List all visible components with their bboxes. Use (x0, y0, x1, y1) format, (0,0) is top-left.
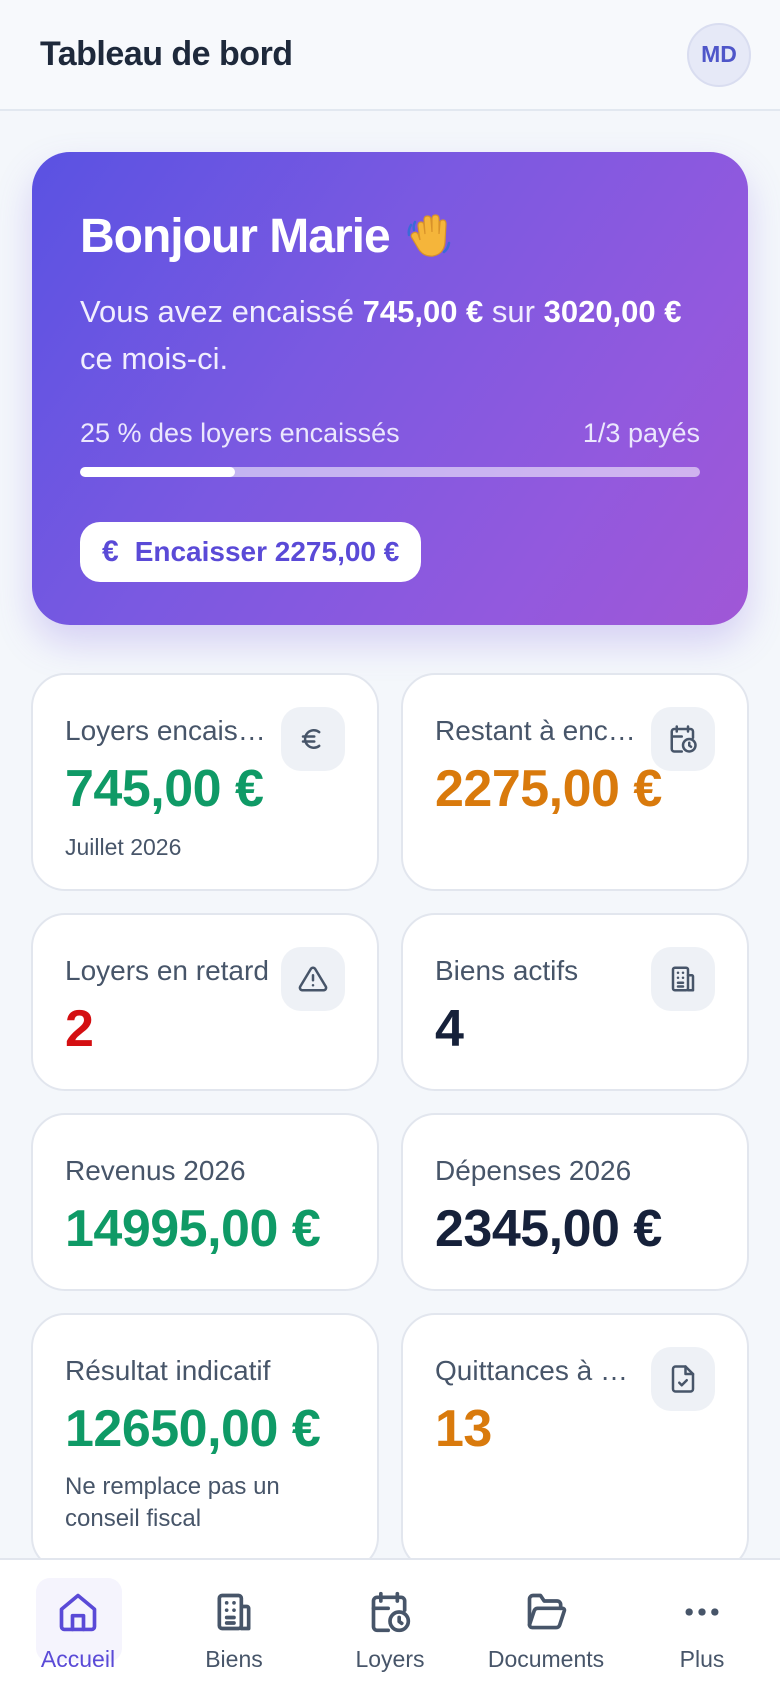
active-properties-card[interactable]: Biens actifs 4 (401, 913, 749, 1091)
paid-count: 1/3 payés (582, 418, 700, 448)
nav-home-label: Accueil (40, 1646, 116, 1672)
progress-label: 25 % des loyers encaissés (80, 418, 400, 448)
nav-home[interactable]: Accueil (0, 1560, 156, 1688)
monthly-summary: Vous avez encaissé 745,00 € sur 3020,00 … (80, 294, 682, 376)
euro-icon: € (102, 535, 119, 568)
collect-button-label: Encaisser 2275,00 € (134, 536, 400, 567)
waving-hand-icon (404, 210, 456, 262)
card-value: 14995,00 € (65, 1200, 321, 1258)
nav-rents-label: Loyers (355, 1646, 425, 1672)
user-avatar[interactable]: MD (687, 22, 751, 87)
remaining-rents-card[interactable]: Restant à encaisser 2275,00 € (401, 673, 749, 891)
late-rents-card[interactable]: Loyers en retard 2 (31, 913, 379, 1091)
progress-labels: 25 % des loyers encaissés 1/3 payés (80, 418, 700, 449)
nav-properties-label: Biens (205, 1646, 263, 1672)
expected-amount: 3020,00 € (543, 294, 682, 329)
card-label: Restant à encaisser (435, 715, 643, 746)
file-check-icon (651, 1347, 715, 1411)
warning-icon (281, 947, 345, 1011)
app-root: Tableau de bord MD Bonjour Marie Vous av… (0, 0, 780, 1688)
home-icon (59, 1593, 97, 1632)
calendar-clock-icon (651, 707, 715, 771)
card-disclaimer: Ne remplace pas un conseil fiscal (65, 1473, 280, 1532)
page-title: Tableau de bord (40, 35, 293, 73)
card-label: Dépenses 2026 (435, 1155, 632, 1186)
bottom-navigation: Accueil Biens Loyers Documents Plus (0, 1558, 780, 1688)
nav-more-label: Plus (679, 1646, 725, 1672)
building-icon (651, 947, 715, 1011)
card-value: 2345,00 € (435, 1200, 662, 1258)
folder-open-icon (527, 1593, 567, 1630)
building-icon (217, 1593, 251, 1631)
expenses-card[interactable]: Dépenses 2026 2345,00 € (401, 1113, 749, 1291)
card-subtitle: Juillet 2026 (65, 834, 182, 860)
greeting-text: Bonjour Marie (80, 209, 391, 263)
revenue-card[interactable]: Revenus 2026 14995,00 € (31, 1113, 379, 1291)
rent-progress-fill (80, 467, 235, 477)
card-value: 12650,00 € (65, 1400, 321, 1458)
more-dots-icon (685, 1608, 719, 1616)
top-bar: Tableau de bord MD (0, 0, 780, 111)
nav-documents[interactable]: Documents (468, 1560, 624, 1688)
card-label: Biens actifs (435, 955, 579, 986)
welcome-card: Bonjour Marie Vous avez encaissé 745,00 … (32, 152, 748, 625)
nav-more[interactable]: Plus (624, 1560, 780, 1688)
collect-button[interactable]: € Encaisser 2275,00 € (80, 522, 422, 582)
euro-icon (281, 707, 345, 771)
card-label: Revenus 2026 (65, 1155, 246, 1186)
net-result-card[interactable]: Résultat indicatif 12650,00 € Ne remplac… (31, 1313, 379, 1571)
card-label: Loyers encaissés (65, 715, 273, 746)
nav-rents[interactable]: Loyers (312, 1560, 468, 1688)
card-label: Quittances à générer (435, 1355, 643, 1386)
collected-amount: 745,00 € (362, 294, 484, 329)
greeting-row: Bonjour Marie (80, 206, 700, 266)
rent-progress-bar (80, 467, 700, 477)
card-label: Loyers en retard (65, 955, 269, 986)
receipts-card[interactable]: Quittances à générer 13 (401, 1313, 749, 1571)
collected-rents-card[interactable]: Loyers encaissés 745,00 € Juillet 2026 (31, 673, 379, 891)
card-label: Résultat indicatif (65, 1355, 271, 1386)
calendar-clock-icon (371, 1591, 411, 1633)
nav-documents-label: Documents (487, 1646, 605, 1672)
nav-properties[interactable]: Biens (156, 1560, 312, 1688)
